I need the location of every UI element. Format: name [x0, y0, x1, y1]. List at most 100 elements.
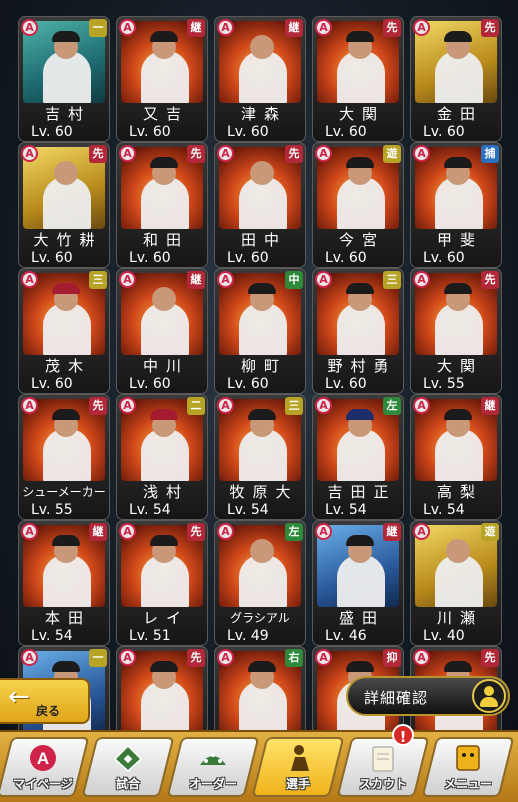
position-badge: 先: [187, 649, 205, 667]
nav-menu[interactable]: メニュー: [421, 737, 515, 797]
player-card[interactable]: A先田嶋: [116, 646, 208, 735]
rank-badge-icon: A: [315, 649, 332, 666]
player-card[interactable]: A 先大関 Lv. 55: [410, 268, 502, 394]
player-name: 吉村: [44, 105, 91, 123]
player-name: 又吉: [142, 105, 189, 123]
player-card[interactable]: A 中柳町 Lv. 60: [214, 268, 306, 394]
back-button-label: 戻る: [36, 704, 61, 718]
player-card[interactable]: A 三野村勇 Lv. 60: [312, 268, 404, 394]
nav-order[interactable]: オーダー: [166, 737, 260, 797]
detail-confirm-label: 詳細確認: [364, 689, 429, 707]
player-card[interactable]: A 継盛田 Lv. 46: [312, 520, 404, 646]
player-level: Lv. 60: [129, 376, 171, 392]
player-name: 和田: [142, 231, 189, 249]
player-card-grid: A 一吉村 Lv. 60 A 継又吉 Lv. 60 A 継津森 Lv. 60 A 先大関 Lv. 60…: [0, 0, 518, 735]
player-card[interactable]: A 先シューメーカー Lv. 55: [18, 394, 110, 520]
player-level: Lv. 60: [227, 124, 269, 140]
position-badge: 継: [89, 523, 107, 541]
player-card[interactable]: A 継本田 Lv. 54: [18, 520, 110, 646]
nav-mypage[interactable]: A マイページ: [0, 737, 90, 797]
rank-badge-icon: A: [21, 523, 38, 540]
player-name: レイ: [142, 609, 189, 627]
position-badge: 継: [187, 19, 205, 37]
nav-label-players: 選手: [285, 777, 310, 791]
player-silhouette-icon: [472, 679, 506, 713]
player-card[interactable]: A 三茂木 Lv. 60: [18, 268, 110, 394]
player-level: Lv. 46: [325, 628, 367, 644]
player-card[interactable]: A 継又吉 Lv. 60: [116, 16, 208, 142]
player-name: 柳町: [240, 357, 287, 375]
rank-badge-icon: A: [119, 649, 136, 666]
scout-notification-badge: !: [392, 724, 414, 746]
rank-badge-icon: A: [21, 649, 38, 666]
rank-badge-icon: A: [413, 397, 430, 414]
rank-badge-icon: A: [315, 19, 332, 36]
position-badge: 先: [285, 145, 303, 163]
nav-players[interactable]: 選手: [251, 737, 345, 797]
player-card[interactable]: A 継高梨 Lv. 54: [410, 394, 502, 520]
player-name: 川瀬: [436, 609, 483, 627]
player-name: 盛田: [338, 609, 385, 627]
player-level: Lv. 60: [227, 376, 269, 392]
player-card[interactable]: A 遊今宮 Lv. 60: [312, 142, 404, 268]
player-card[interactable]: A 先田中 Lv. 60: [214, 142, 306, 268]
position-badge: 先: [481, 19, 499, 37]
position-badge: 二: [187, 397, 205, 415]
player-level: Lv. 60: [325, 250, 367, 266]
position-badge: 遊: [383, 145, 401, 163]
player-card[interactable]: A 遊川瀬 Lv. 40: [410, 520, 502, 646]
player-card[interactable]: A 先和田 Lv. 60: [116, 142, 208, 268]
player-name: 大関: [436, 357, 483, 375]
nav-label-game: 試合: [115, 777, 140, 791]
back-button[interactable]: ← 戻る: [0, 678, 90, 724]
nav-scout[interactable]: スカウト: [336, 737, 430, 797]
position-badge: 先: [89, 397, 107, 415]
position-badge: 抑: [383, 649, 401, 667]
player-name: グラシアル: [230, 611, 290, 625]
player-level: Lv. 60: [325, 376, 367, 392]
rank-badge-icon: A: [21, 271, 38, 288]
position-badge: 先: [187, 523, 205, 541]
nav-game[interactable]: 試合: [81, 737, 175, 797]
player-card[interactable]: A 二浅村 Lv. 54: [116, 394, 208, 520]
position-badge: 一: [89, 19, 107, 37]
rank-badge-icon: A: [217, 19, 234, 36]
rank-badge-icon: A: [217, 397, 234, 414]
game-field-icon: [113, 744, 143, 773]
scout-icon: [372, 746, 394, 772]
player-card[interactable]: A 先大関 Lv. 60: [312, 16, 404, 142]
player-name: 高梨: [436, 483, 483, 501]
detail-confirm-button[interactable]: 詳細確認: [346, 676, 510, 716]
position-badge: 捕: [481, 145, 499, 163]
player-card[interactable]: A 一吉村 Lv. 60: [18, 16, 110, 142]
position-badge: 継: [187, 271, 205, 289]
player-card[interactable]: A 先金田 Lv. 60: [410, 16, 502, 142]
rank-badge-icon: A: [119, 19, 136, 36]
player-card[interactable]: A 左グラシアル Lv. 49: [214, 520, 306, 646]
player-card[interactable]: A 先レイ Lv. 51: [116, 520, 208, 646]
player-level: Lv. 60: [423, 250, 465, 266]
rank-badge-icon: A: [315, 271, 332, 288]
position-badge: 継: [481, 397, 499, 415]
player-name: シューメーカー: [22, 485, 106, 499]
position-badge: 左: [285, 523, 303, 541]
player-card[interactable]: A 左吉田正 Lv. 54: [312, 394, 404, 520]
player-level: Lv. 60: [423, 124, 465, 140]
player-card[interactable]: A 継津森 Lv. 60: [214, 16, 306, 142]
position-badge: 遊: [481, 523, 499, 541]
player-card[interactable]: A 継中川 Lv. 60: [116, 268, 208, 394]
position-badge: 中: [285, 271, 303, 289]
nav-label-menu: メニュー: [443, 777, 492, 791]
nav-label-order: オーダー: [188, 777, 237, 791]
player-name: 田中: [240, 231, 287, 249]
player-level: Lv. 54: [325, 502, 367, 518]
position-badge: 先: [481, 271, 499, 289]
player-card[interactable]: A 先大竹耕 Lv. 60: [18, 142, 110, 268]
player-card[interactable]: A 三牧原大 Lv. 54: [214, 394, 306, 520]
player-level: Lv. 60: [129, 250, 171, 266]
player-card[interactable]: A右川越: [214, 646, 306, 735]
rank-badge-icon: A: [413, 19, 430, 36]
player-card[interactable]: A 捕甲斐 Lv. 60: [410, 142, 502, 268]
player-name: 野村勇: [327, 357, 397, 375]
player-icon: [291, 745, 309, 771]
